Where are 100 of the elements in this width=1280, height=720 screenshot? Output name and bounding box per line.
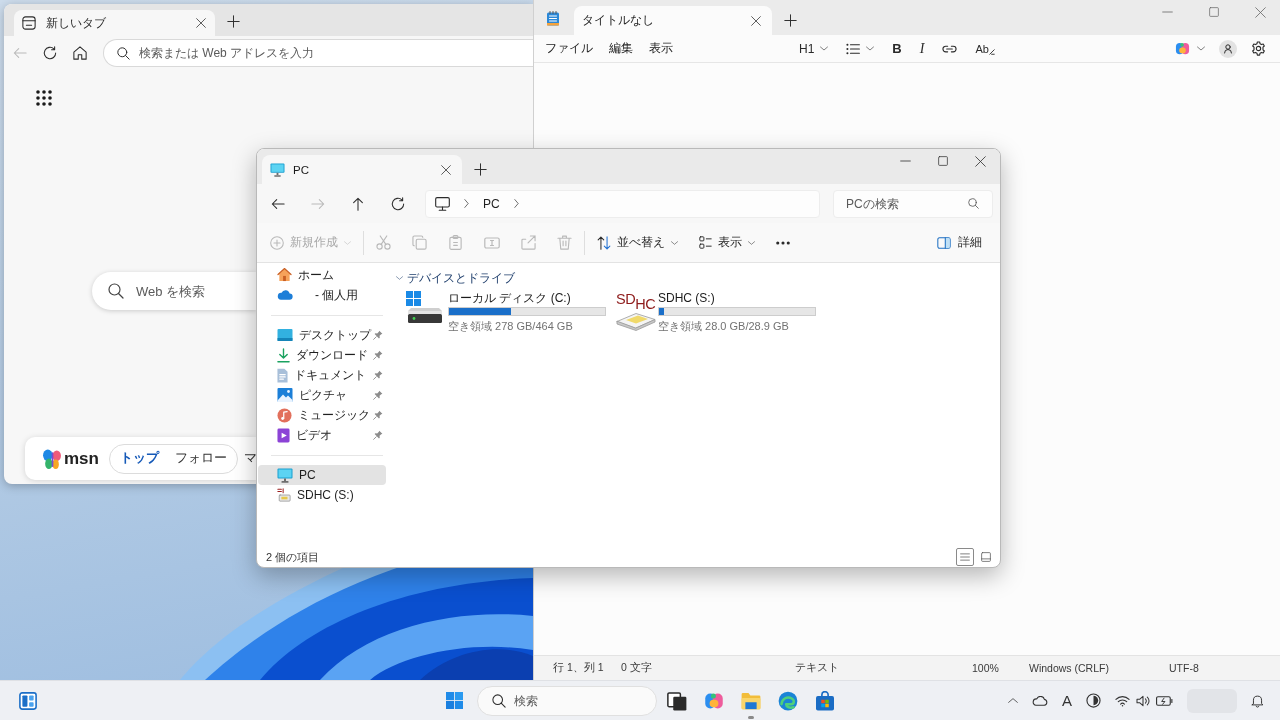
back-arrow-icon[interactable] (271, 196, 285, 211)
list-lines-icon (960, 552, 970, 562)
caret-icon[interactable] (1197, 46, 1205, 51)
music-note-icon (277, 407, 292, 423)
home-icon[interactable] (73, 46, 87, 60)
up-arrow-icon[interactable] (351, 196, 365, 211)
browser-tab[interactable]: 新しいタブ (14, 10, 215, 36)
details-pane-button[interactable]: 詳細 (937, 234, 982, 251)
search-box[interactable]: PCの検索 (833, 189, 993, 218)
section-header[interactable]: デバイスとドライブ (396, 271, 515, 285)
close-tab-icon[interactable] (441, 164, 451, 175)
sidebar-item[interactable]: PC (258, 465, 386, 485)
plus-circle-icon (270, 235, 284, 250)
breadcrumb-item[interactable]: PC (483, 196, 500, 211)
caret-icon (820, 46, 829, 51)
address-bar[interactable]: PC (425, 189, 820, 218)
caret-icon[interactable] (866, 46, 875, 51)
folder-icon[interactable] (741, 690, 761, 711)
settings-icon[interactable] (1251, 41, 1266, 56)
close-icon[interactable] (975, 155, 986, 167)
desktop-icon (277, 329, 293, 341)
new-tab-icon[interactable] (784, 14, 797, 27)
new-tab-icon[interactable] (227, 15, 240, 28)
maximize-icon[interactable] (938, 156, 948, 166)
sidebar-item[interactable]: - 個人用 (258, 285, 386, 305)
drive-name[interactable]: SDHC (S:) (658, 291, 715, 305)
web-search-input[interactable]: Web を検索 (136, 283, 256, 299)
news-tab[interactable]: トップ (119, 450, 159, 467)
bullet-list-icon[interactable] (846, 42, 861, 55)
cloud-icon (277, 290, 293, 300)
link-icon[interactable] (942, 44, 958, 53)
sidebar-item[interactable]: ホーム (258, 265, 386, 285)
bold-button[interactable]: B (892, 41, 902, 56)
sidebar-item[interactable]: SDHC (S:) (258, 485, 386, 505)
apps-grid-icon[interactable] (36, 90, 52, 106)
search-icon (968, 198, 979, 209)
news-tab[interactable]: マ (243, 450, 257, 467)
picture-icon (277, 388, 293, 402)
free-space-text: 空き領域 278 GB/464 GB (448, 319, 573, 333)
sort-button[interactable]: 並べ替え (597, 234, 678, 251)
sidebar-item[interactable]: ピクチャ (258, 385, 386, 405)
swirl-logo-icon[interactable] (778, 690, 798, 711)
chevron-right-icon (513, 199, 519, 208)
taskbar-search-input[interactable]: 検索 (514, 693, 656, 708)
view-layout-icon (699, 236, 712, 249)
chevron-right-icon (464, 199, 469, 208)
sidebar-item[interactable]: ダウンロード (258, 345, 386, 365)
address-input[interactable]: 検索または Web アドレスを入力 (139, 46, 533, 60)
more-icon[interactable] (776, 240, 790, 245)
view-button[interactable]: 表示 (699, 234, 755, 251)
menu-item[interactable]: ファイル (545, 40, 593, 57)
menu-item[interactable]: 表示 (649, 40, 673, 57)
battery-icon[interactable] (1156, 694, 1173, 707)
clear-formatting-button[interactable]: Ab (975, 42, 995, 55)
search-icon (108, 283, 124, 299)
taskbar-search-box[interactable]: 検索 (477, 685, 657, 716)
status-bar-text: テキスト (795, 661, 839, 675)
tab-page-icon (22, 16, 36, 30)
sidebar-item[interactable]: ビデオ (258, 425, 386, 445)
input-mode-indicator[interactable]: A (1062, 691, 1072, 710)
sd-card-icon (616, 312, 656, 331)
search-input[interactable]: PCの検索 (846, 196, 968, 211)
wifi-icon[interactable] (1115, 694, 1130, 707)
refresh-icon[interactable] (43, 46, 57, 60)
half-circle-icon[interactable] (1086, 693, 1101, 708)
drive-name[interactable]: ローカル ディスク (C:) (448, 291, 571, 305)
close-tab-icon[interactable] (196, 18, 206, 28)
app-logo-icon[interactable] (1175, 41, 1190, 56)
strike-mark-icon (988, 48, 995, 55)
explorer-tab[interactable]: PC (262, 155, 462, 184)
close-icon[interactable] (1255, 6, 1266, 18)
heading-dropdown[interactable]: H1 (799, 41, 829, 56)
sidebar-item[interactable]: ドキュメント (258, 365, 386, 385)
person-icon[interactable] (1219, 39, 1237, 58)
news-tab[interactable]: フォロー (174, 450, 227, 467)
logo-text: msn (64, 448, 99, 469)
monitor-outline-icon (435, 196, 450, 211)
task-view-icon[interactable] (667, 690, 687, 711)
notification-bell-icon[interactable] (1251, 693, 1264, 708)
cloud-outline-icon[interactable] (1032, 695, 1048, 706)
widgets-icon[interactable] (19, 691, 37, 710)
shopping-bag-icon[interactable] (815, 690, 835, 711)
notepad-icon (546, 11, 560, 26)
close-tab-icon[interactable] (751, 15, 761, 26)
status-bar-text: Windows (CRLF) (1029, 662, 1109, 674)
italic-button[interactable]: I (919, 40, 925, 57)
menu-item[interactable]: 編集 (609, 40, 633, 57)
search-icon (492, 693, 506, 708)
refresh-icon[interactable] (391, 196, 405, 211)
details-view-button[interactable] (956, 548, 974, 566)
speaker-icon[interactable] (1136, 694, 1150, 707)
notepad-tab[interactable]: タイトルなし (574, 6, 772, 35)
status-bar-text: UTF-8 (1169, 662, 1199, 674)
web-search-box[interactable]: Web を検索 (92, 272, 256, 310)
address-bar[interactable]: 検索または Web アドレスを入力 (103, 39, 533, 67)
new-tab-icon[interactable] (474, 163, 487, 176)
start-icon[interactable] (446, 692, 463, 709)
sidebar-item[interactable]: デスクトップ (258, 325, 386, 345)
sidebar-item[interactable]: ミュージック (258, 405, 386, 425)
chevron-up-icon[interactable] (1008, 698, 1018, 703)
